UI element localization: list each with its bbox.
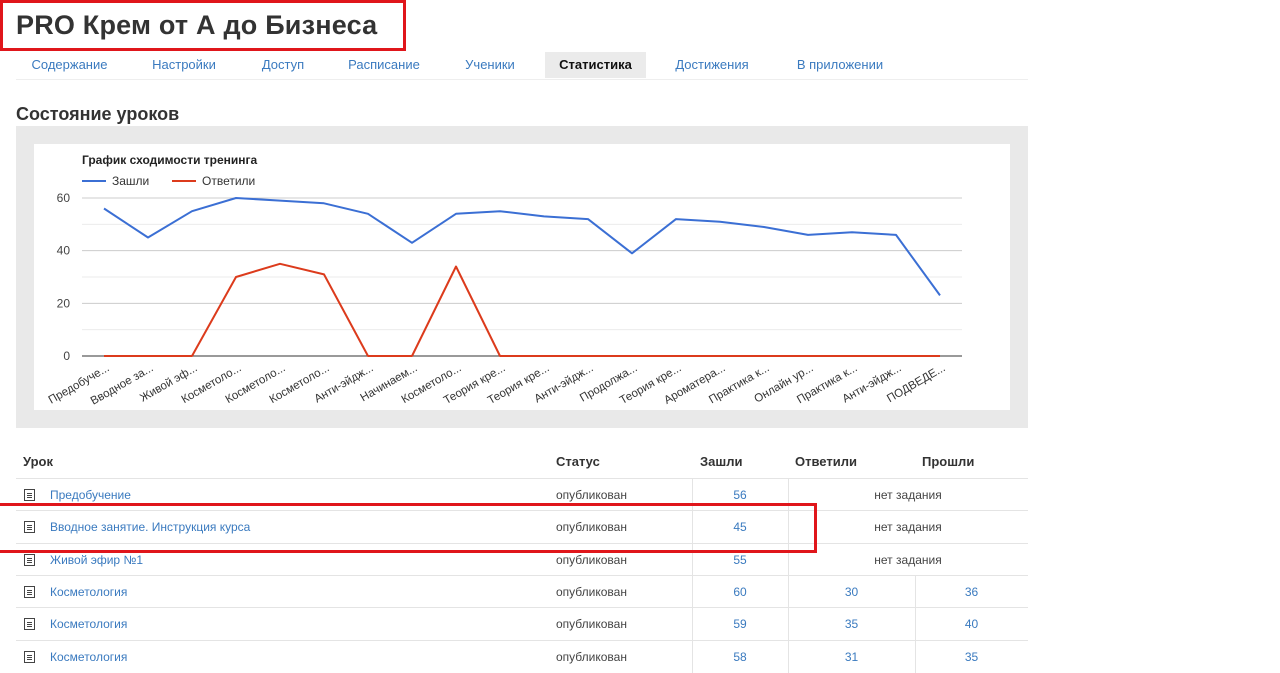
lesson-link[interactable]: Живой эфир №1 xyxy=(50,544,143,576)
answered-count[interactable]: 35 xyxy=(788,608,915,640)
lesson-link[interactable]: Вводное занятие. Инструкция курса xyxy=(50,511,250,543)
visited-count[interactable]: 55 xyxy=(692,544,788,576)
visited-count[interactable]: 60 xyxy=(692,576,788,608)
tab-statistics[interactable]: Статистика xyxy=(545,52,646,78)
tab-bar: Содержание Настройки Доступ Расписание У… xyxy=(16,52,1028,80)
lesson-doc-icon xyxy=(24,586,35,598)
table-row: Предобучение опубликован 56нет задания xyxy=(16,478,1028,511)
tab-schedule[interactable]: Расписание xyxy=(334,52,434,78)
lesson-status: опубликован xyxy=(556,608,627,640)
lesson-doc-icon xyxy=(24,489,35,501)
col-header-visited: Зашли xyxy=(700,454,742,469)
y-tick-label: 0 xyxy=(63,349,70,363)
visited-count[interactable]: 56 xyxy=(692,479,788,511)
col-header-passed: Прошли xyxy=(922,454,974,469)
no-task-label: нет задания xyxy=(788,544,1028,576)
passed-count[interactable]: 36 xyxy=(915,576,1028,608)
series-line-Ответили xyxy=(104,264,940,356)
chart-area: 0 20 40 60 График сходимости тренинга Зашли От… xyxy=(34,144,1010,410)
chart-title: График сходимости тренинга xyxy=(82,153,258,167)
section-title: Состояние уроков xyxy=(16,104,179,125)
lesson-doc-icon xyxy=(24,618,35,630)
no-task-label: нет задания xyxy=(788,511,1028,543)
tab-content[interactable]: Содержание xyxy=(16,52,123,78)
lesson-link[interactable]: Косметология xyxy=(50,576,127,608)
col-header-lesson: Урок xyxy=(23,454,53,469)
convergence-chart: 0 20 40 60 График сходимости тренинга Зашли От… xyxy=(34,144,1010,410)
visited-count[interactable]: 59 xyxy=(692,608,788,640)
y-tick-label: 20 xyxy=(57,296,71,310)
table-row: Живой эфир №1 опубликован 55нет задания xyxy=(16,543,1028,576)
table-row: Косметологияопубликован583135 xyxy=(16,640,1028,673)
lesson-doc-icon xyxy=(24,521,35,533)
legend-label: Зашли xyxy=(112,174,149,188)
y-tick-label: 60 xyxy=(57,191,71,205)
lesson-link[interactable]: Косметология xyxy=(50,608,127,640)
lesson-link[interactable]: Предобучение xyxy=(50,479,131,511)
lesson-status: опубликован xyxy=(556,479,627,511)
visited-count[interactable]: 45 xyxy=(692,511,788,543)
series-line-Зашли xyxy=(104,198,940,295)
lesson-doc-icon xyxy=(24,554,35,566)
lesson-status: опубликован xyxy=(556,544,627,576)
lesson-status: опубликован xyxy=(556,511,627,543)
chart-panel: 0 20 40 60 График сходимости тренинга Зашли От… xyxy=(16,126,1028,428)
table-row: Косметология опубликован 593540 xyxy=(16,607,1028,640)
lesson-status: опубликован xyxy=(556,576,627,608)
page-title: PRO Крем от А до Бизнеса xyxy=(16,10,377,41)
tab-in-app[interactable]: В приложении xyxy=(778,52,902,78)
answered-count[interactable]: 30 xyxy=(788,576,915,608)
table-row: Вводное занятие. Инструкция курса опублик… xyxy=(16,510,1028,543)
tab-access[interactable]: Доступ xyxy=(243,52,323,78)
tab-achievements[interactable]: Достижения xyxy=(658,52,766,78)
passed-count[interactable]: 40 xyxy=(915,608,1028,640)
y-tick-label: 40 xyxy=(57,244,71,258)
col-header-status: Статус xyxy=(556,454,600,469)
legend-label: Ответили xyxy=(202,174,255,188)
col-header-answered: Ответили xyxy=(795,454,857,469)
no-task-label: нет задания xyxy=(788,479,1028,511)
table-row: Косметология опубликован 603036 xyxy=(16,575,1028,608)
tab-students[interactable]: Ученики xyxy=(446,52,534,78)
tab-settings[interactable]: Настройки xyxy=(136,52,232,78)
